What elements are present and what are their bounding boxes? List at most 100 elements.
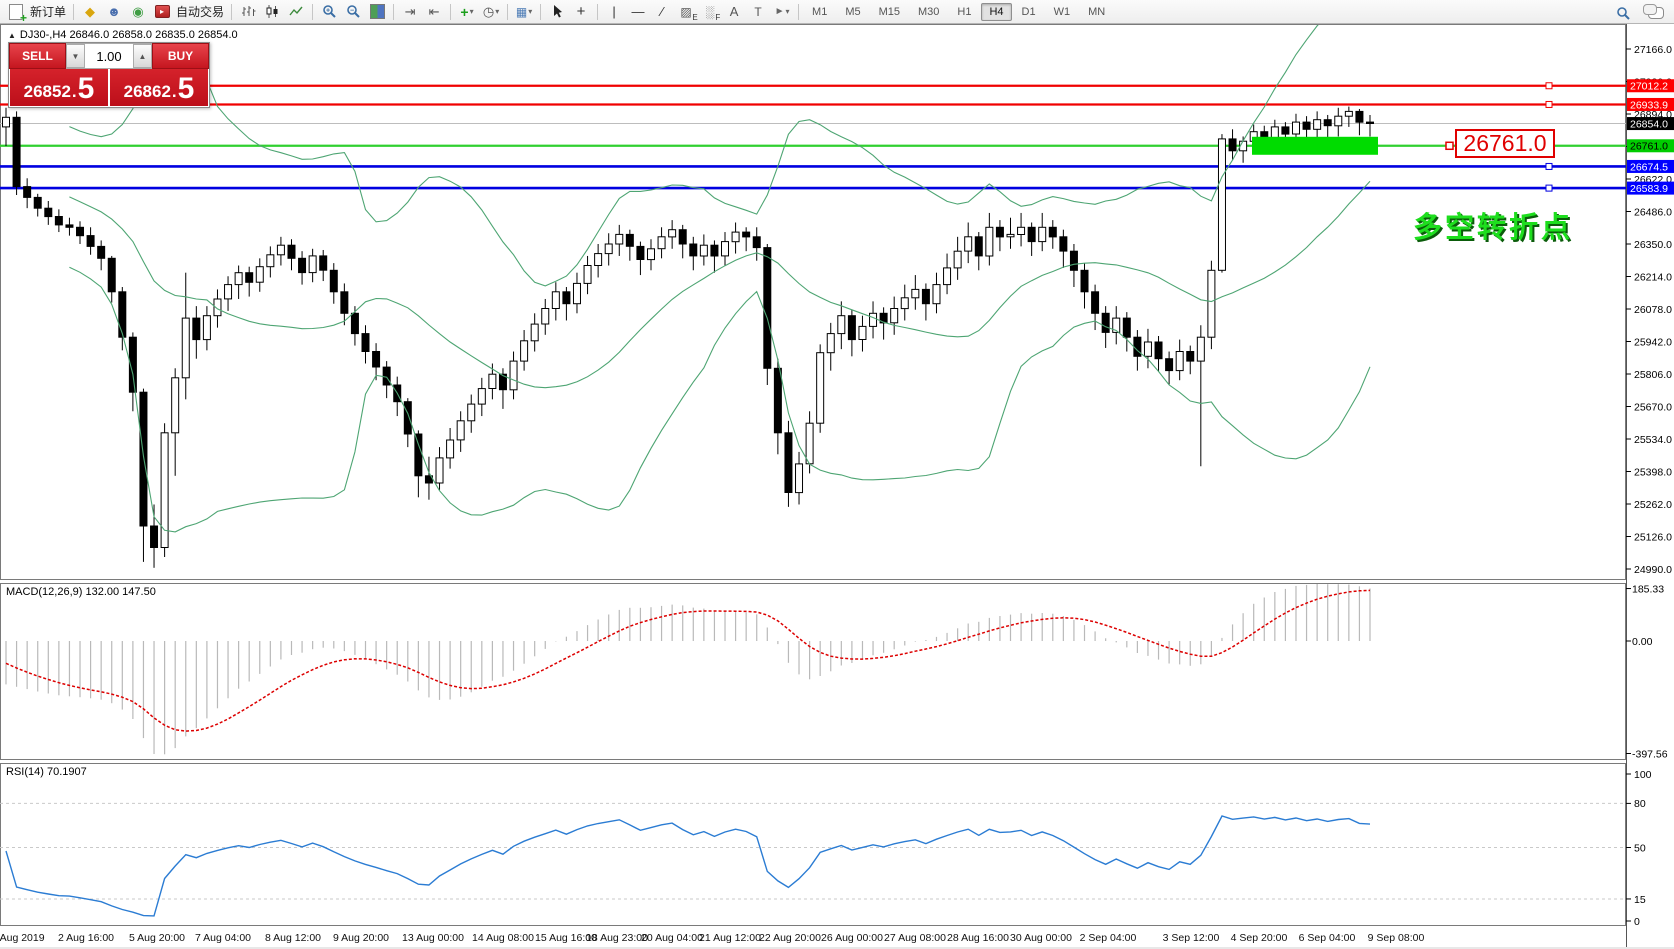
- svg-text:8 Aug 12:00: 8 Aug 12:00: [265, 932, 321, 944]
- line-chart-icon[interactable]: [285, 1, 307, 23]
- timeframe-h1[interactable]: H1: [949, 3, 979, 21]
- svg-text:21 Aug 12:00: 21 Aug 12:00: [699, 932, 761, 944]
- svg-text:−: −: [349, 7, 353, 14]
- main-toolbar: +新订单◆☻◉▸自动交易+−⇥⇤+▾◷▾▦▾+|—∕▨E░FAT►▾M1M5M1…: [0, 0, 1674, 24]
- svg-text:25262.0: 25262.0: [1634, 499, 1672, 511]
- chart-shift-icon[interactable]: ⇤: [423, 1, 445, 23]
- zoom-in-icon[interactable]: +: [318, 1, 340, 23]
- svg-text:5 Aug 20:00: 5 Aug 20:00: [129, 932, 185, 944]
- buy-price-pip: 5: [178, 74, 195, 104]
- profile-icon[interactable]: ☻: [103, 1, 125, 23]
- svg-text:14 Aug 08:00: 14 Aug 08:00: [472, 932, 534, 944]
- horizontal-level-lines: [0, 83, 1626, 191]
- svg-text:0.00: 0.00: [1632, 636, 1653, 648]
- chart-annotation-text[interactable]: 多空转折点: [1413, 204, 1573, 246]
- new-order-label[interactable]: 新订单: [30, 3, 66, 20]
- timeframe-m1[interactable]: M1: [804, 3, 835, 21]
- svg-text:26 Aug 00:00: 26 Aug 00:00: [821, 932, 883, 944]
- svg-text:26214.0: 26214.0: [1634, 271, 1672, 283]
- bollinger-bands: [69, 0, 1370, 532]
- timeframe-mn[interactable]: MN: [1080, 3, 1113, 21]
- timeframe-m30[interactable]: M30: [910, 3, 947, 21]
- svg-text:25534.0: 25534.0: [1634, 434, 1672, 446]
- svg-text:26486.0: 26486.0: [1634, 206, 1672, 218]
- search-icon[interactable]: [1612, 2, 1634, 24]
- new-order-icon[interactable]: +: [5, 1, 27, 23]
- svg-text:27166.0: 27166.0: [1634, 44, 1672, 56]
- auto-scroll-icon[interactable]: ⇥: [399, 1, 421, 23]
- add-indicator-icon[interactable]: +▾: [456, 1, 478, 23]
- date-axis: 1 Aug 2019 2 Aug 16:00 5 Aug 20:00 7 Aug 04…: [0, 932, 1424, 944]
- candlestick-chart-icon[interactable]: [261, 1, 283, 23]
- svg-text:25806.0: 25806.0: [1634, 369, 1672, 381]
- volume-up-button[interactable]: ▲: [133, 44, 152, 68]
- toolbar-separator: [393, 4, 394, 20]
- timeframe-h4[interactable]: H4: [981, 3, 1011, 21]
- symbol-ohlc-text: DJ30-,H4 26846.0 26858.0 26835.0 26854.0: [20, 29, 238, 41]
- chart-canvas: 27166.027030.026894.026758.026622.026486…: [0, 0, 1674, 949]
- trendline-tool-icon[interactable]: ∕: [651, 1, 673, 23]
- volume-value[interactable]: 1.00: [85, 44, 133, 68]
- rsi-indicator-label: RSI(14) 70.1907: [6, 766, 87, 778]
- svg-text:2 Aug 16:00: 2 Aug 16:00: [58, 932, 114, 944]
- zoom-out-icon[interactable]: −: [342, 1, 364, 23]
- svg-text:27 Aug 08:00: 27 Aug 08:00: [884, 932, 946, 944]
- svg-text:30 Aug 00:00: 30 Aug 00:00: [1010, 932, 1072, 944]
- sell-button[interactable]: SELL: [9, 43, 66, 69]
- chat-icon[interactable]: [1645, 2, 1667, 24]
- svg-text:7 Aug 04:00: 7 Aug 04:00: [195, 932, 251, 944]
- one-click-trade-panel: SELL ▼ 1.00 ▲ BUY 26852 . 5 26862 . 5: [8, 42, 210, 108]
- svg-text:15: 15: [1634, 894, 1646, 906]
- mt4-window: 27166.027030.026894.026758.026622.026486…: [0, 0, 1674, 949]
- styles-icon[interactable]: ◆: [79, 1, 101, 23]
- signal-icon[interactable]: ◉: [127, 1, 149, 23]
- svg-text:26350.0: 26350.0: [1634, 239, 1672, 251]
- buy-button[interactable]: BUY: [152, 43, 209, 69]
- auto-trading-label[interactable]: 自动交易: [176, 3, 224, 20]
- svg-text:50: 50: [1634, 842, 1646, 854]
- svg-text:185.33: 185.33: [1632, 583, 1664, 595]
- svg-text:1 Aug 2019: 1 Aug 2019: [0, 932, 45, 944]
- candles-layer: [3, 107, 1374, 568]
- equidistant-channel-tool-icon[interactable]: ▨E: [675, 1, 697, 23]
- cursor-tool-icon[interactable]: [546, 1, 568, 23]
- price-level-text-box[interactable]: 26761.0: [1455, 129, 1555, 158]
- sell-price-main: 26852: [24, 80, 71, 104]
- toolbar-separator: [450, 4, 451, 20]
- collapse-triangle-icon[interactable]: ▲: [8, 31, 16, 40]
- bar-chart-icon[interactable]: [237, 1, 259, 23]
- rsi-pane-content: [0, 803, 1626, 916]
- buy-price[interactable]: 26862 . 5: [110, 69, 208, 106]
- svg-text:3 Sep 12:00: 3 Sep 12:00: [1163, 932, 1220, 944]
- trade-panel-top-row: SELL ▼ 1.00 ▲ BUY: [9, 43, 209, 69]
- svg-text:+: +: [325, 7, 329, 14]
- volume-stepper: ▼ 1.00 ▲: [66, 43, 152, 69]
- timeframe-d1[interactable]: D1: [1014, 3, 1044, 21]
- pane-borders: [0, 24, 1674, 949]
- tile-windows-icon[interactable]: [366, 1, 388, 23]
- macd-indicator-label: MACD(12,26,9) 132.00 147.50: [6, 586, 156, 598]
- svg-text:4 Sep 20:00: 4 Sep 20:00: [1231, 932, 1288, 944]
- text-label-tool-icon[interactable]: T: [747, 1, 769, 23]
- volume-down-button[interactable]: ▼: [66, 44, 85, 68]
- horizontal-line-tool-icon[interactable]: —: [627, 1, 649, 23]
- arrows-tool-icon[interactable]: ►▾: [771, 1, 793, 23]
- period-selector-icon[interactable]: ◷▾: [480, 1, 502, 23]
- timeframe-w1[interactable]: W1: [1046, 3, 1079, 21]
- sell-price-pip: 5: [78, 74, 95, 104]
- toolbar-separator: [798, 4, 799, 20]
- chart-template-icon[interactable]: ▦▾: [513, 1, 535, 23]
- svg-text:25942.0: 25942.0: [1634, 336, 1672, 348]
- text-tool-icon[interactable]: A: [723, 1, 745, 23]
- fibonacci-tool-icon[interactable]: ░F: [699, 1, 721, 23]
- buy-price-main: 26862: [124, 80, 171, 104]
- toolbar-separator: [73, 4, 74, 20]
- timeframe-m5[interactable]: M5: [837, 3, 868, 21]
- auto-trading-icon[interactable]: ▸: [151, 1, 173, 23]
- chart-header: ▲ DJ30-,H4 26846.0 26858.0 26835.0 26854.…: [8, 29, 238, 41]
- timeframe-m15[interactable]: M15: [871, 3, 908, 21]
- crosshair-tool-icon[interactable]: +: [570, 1, 592, 23]
- sell-price[interactable]: 26852 . 5: [10, 69, 108, 106]
- vertical-line-tool-icon[interactable]: |: [603, 1, 625, 23]
- svg-text:26761.0: 26761.0: [1630, 141, 1668, 153]
